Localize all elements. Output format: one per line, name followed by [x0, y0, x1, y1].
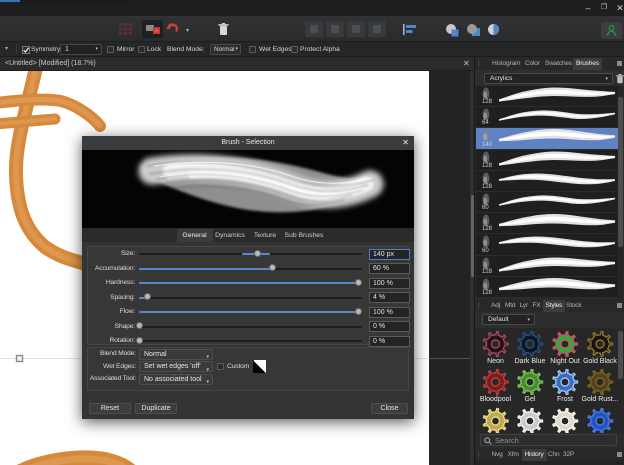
svg-text:▾: ▾: [186, 28, 189, 34]
